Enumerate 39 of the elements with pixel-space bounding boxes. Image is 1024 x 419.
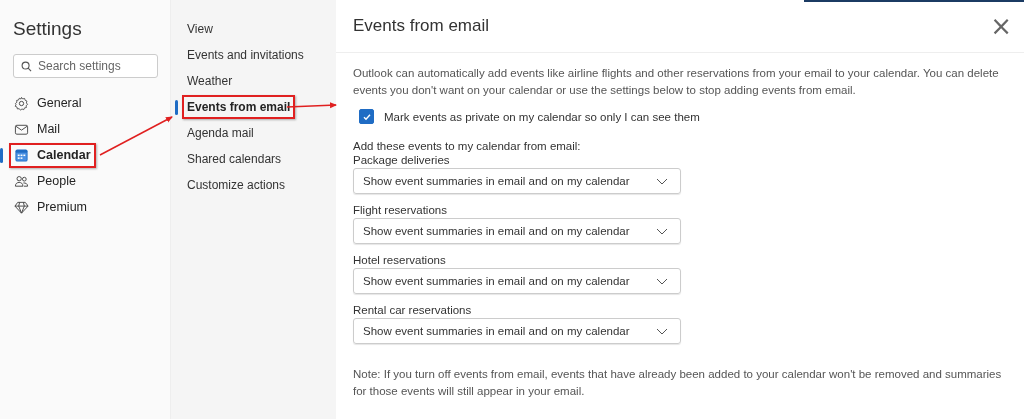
nav-item[interactable]: Mail	[9, 116, 65, 142]
subnav-item[interactable]: Events and invitations	[182, 43, 309, 67]
check-icon	[361, 111, 372, 122]
search-icon	[21, 61, 32, 72]
chevron-icon	[656, 327, 668, 335]
subnav-item[interactable]: Events from email	[182, 95, 296, 119]
dropdown[interactable]: Show event summaries in email and on my calendar	[353, 318, 681, 344]
checkbox[interactable]	[359, 109, 374, 124]
dropdown[interactable]: Show event summaries in email and on my calendar	[353, 268, 681, 294]
subnav-item[interactable]: Shared calendars	[182, 147, 287, 171]
settings-title: Settings	[13, 18, 83, 40]
subnav-item[interactable]: Weather	[182, 69, 238, 93]
dropdown-label: Package deliveries	[353, 154, 451, 166]
close-button[interactable]: ×	[986, 13, 1016, 39]
nav-item[interactable]: Calendar	[9, 142, 96, 168]
nav-item[interactable]: Premium	[9, 194, 92, 220]
chevron-icon	[656, 227, 668, 235]
note-text: Note: If you turn off events from email, events that have already been added to your calendar won't be removed and summaries for those events will still appear in your email.	[353, 367, 1003, 399]
dropdown[interactable]: Show event summaries in email and on my calendar	[353, 218, 681, 244]
people-icon	[14, 173, 29, 189]
dropdown-label: Hotel reservations	[353, 254, 447, 266]
subnav-item[interactable]: Agenda mail	[182, 121, 259, 145]
dropdown-label: Flight reservations	[353, 204, 448, 216]
panel-title: Events from email	[353, 16, 490, 36]
diamond-icon	[14, 199, 29, 215]
checkbox-label: Mark events as private on my calendar so only I can see them	[384, 110, 700, 123]
intro-text: Outlook can automatically add events like airline flights and other reservations from your email to your calendar. You can delete events you don't want on your calendar or use the settings below to stop adding events from email.	[353, 66, 1000, 98]
dropdown[interactable]: Show event summaries in email and on my calendar	[353, 168, 681, 194]
search-field[interactable]: Search settings	[13, 54, 158, 78]
subnav-item[interactable]: View	[182, 17, 218, 41]
subnav-item[interactable]: Customize actions	[182, 173, 291, 197]
nav-item[interactable]: General	[9, 90, 87, 116]
dropdown-label: Rental car reservations	[353, 304, 473, 316]
chevron-icon	[656, 177, 668, 185]
calendar-icon	[14, 147, 29, 163]
section-label: Add these events to my calendar from email:	[353, 140, 582, 152]
nav-item[interactable]: People	[9, 168, 81, 194]
chevron-icon	[656, 277, 668, 285]
gear-icon	[14, 95, 29, 111]
